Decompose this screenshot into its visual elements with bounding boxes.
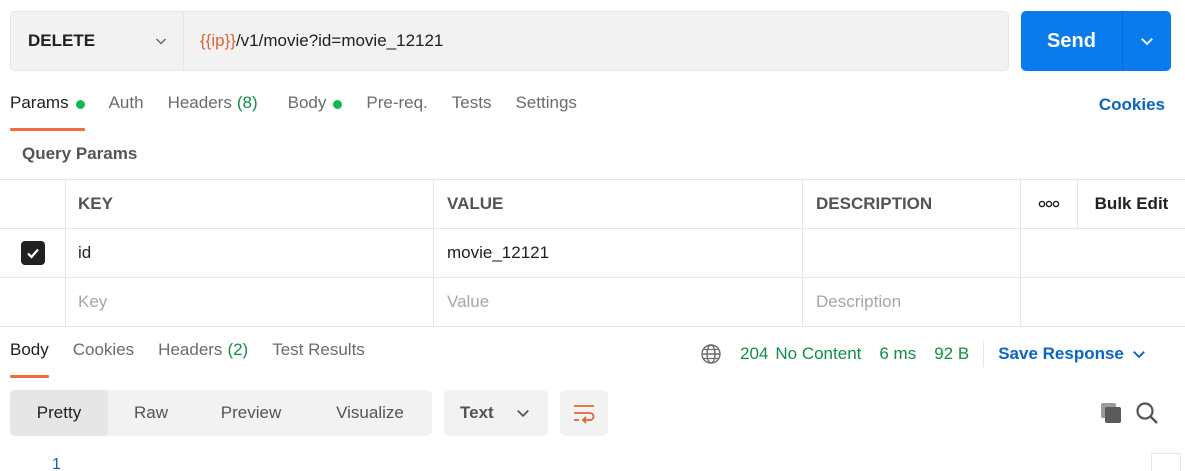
tab-label: Test Results xyxy=(272,340,365,359)
scrollbar-corner xyxy=(1151,453,1181,471)
chevron-down-icon xyxy=(1141,38,1153,46)
tab-label: Tests xyxy=(451,93,492,112)
more-options-button[interactable] xyxy=(1021,180,1078,228)
table-row: id movie_12121 xyxy=(0,229,1185,278)
param-description-cell[interactable] xyxy=(803,229,1021,277)
param-key-cell[interactable]: id xyxy=(66,229,434,277)
new-key-input[interactable]: Key xyxy=(66,278,434,326)
tab-label: Headers xyxy=(167,93,232,112)
body-indicator-dot xyxy=(333,100,343,109)
param-value-cell[interactable]: movie_12121 xyxy=(434,229,803,277)
save-response-button[interactable]: Save Response xyxy=(998,344,1146,364)
bulk-edit-button[interactable]: Bulk Edit xyxy=(1078,180,1185,228)
new-row-extra-cell xyxy=(1021,278,1185,326)
method-label: DELETE xyxy=(28,31,96,50)
new-description-input[interactable]: Description xyxy=(803,278,1021,326)
column-header-key: KEY xyxy=(66,180,434,228)
tab-label: Settings xyxy=(515,93,577,112)
url-path: /v1/movie?id=movie_12121 xyxy=(235,31,444,50)
view-visualize-button[interactable]: Visualize xyxy=(308,390,432,436)
method-select[interactable]: DELETE xyxy=(11,12,184,70)
chevron-down-icon xyxy=(1132,351,1145,359)
tab-response-cookies[interactable]: Cookies xyxy=(73,340,134,378)
new-row-checkbox-cell xyxy=(0,278,66,326)
row-checkbox-cell xyxy=(0,229,66,277)
tab-settings[interactable]: Settings xyxy=(515,93,576,131)
tab-label: Body xyxy=(10,340,49,359)
new-value-input[interactable]: Value xyxy=(434,278,803,326)
globe-icon[interactable] xyxy=(700,343,722,365)
more-horizontal-icon xyxy=(1038,200,1060,208)
tab-label: Body xyxy=(287,93,327,112)
request-url-bar: DELETE {{ip}}/v1/movie?id=movie_12121 xyxy=(10,11,1009,71)
tab-label: Cookies xyxy=(72,340,135,359)
headers-count: (8) xyxy=(236,93,258,112)
table-row-new: Key Value Description xyxy=(0,278,1185,326)
format-select[interactable]: Text xyxy=(444,390,548,436)
tab-response-body[interactable]: Body xyxy=(10,340,49,378)
tab-label: Auth xyxy=(108,93,144,112)
column-header-value: VALUE xyxy=(434,180,803,228)
param-extra-cell xyxy=(1021,229,1185,277)
tab-auth[interactable]: Auth xyxy=(109,93,144,131)
wrap-text-icon xyxy=(574,405,595,424)
format-label: Text xyxy=(460,403,494,422)
params-table: KEY VALUE DESCRIPTION Bulk Edit id movie… xyxy=(0,179,1185,327)
wrap-lines-button[interactable] xyxy=(560,390,608,436)
checkmark-icon xyxy=(26,248,39,259)
chevron-down-icon xyxy=(155,38,167,45)
tab-body[interactable]: Body xyxy=(288,93,343,131)
divider xyxy=(983,341,985,367)
copy-icon[interactable] xyxy=(1098,400,1124,426)
tab-label: Params xyxy=(10,93,69,112)
view-mode-segmented-control: Pretty Raw Preview Visualize xyxy=(10,390,432,436)
save-response-label: Save Response xyxy=(998,344,1124,363)
tab-headers[interactable]: Headers (8) xyxy=(168,93,258,131)
column-header-description: DESCRIPTION xyxy=(803,180,1021,228)
tab-params[interactable]: Params xyxy=(10,93,85,131)
tab-label: Headers xyxy=(158,340,223,359)
send-button-group: Send xyxy=(1021,11,1171,71)
request-tabs: Params Auth Headers (8) Body Pre-req. Tes… xyxy=(10,93,601,131)
search-icon[interactable] xyxy=(1134,400,1160,426)
chevron-down-icon xyxy=(517,410,529,418)
response-status-bar: 204 No Content 6 ms 92 B Save Response xyxy=(700,340,1146,368)
status-text[interactable]: No Content xyxy=(775,344,861,364)
url-variable: {{ip}} xyxy=(200,31,236,50)
response-time[interactable]: 6 ms xyxy=(879,344,916,364)
view-preview-button[interactable]: Preview xyxy=(194,390,308,436)
param-enabled-checkbox[interactable] xyxy=(20,241,45,265)
url-input[interactable]: {{ip}}/v1/movie?id=movie_12121 xyxy=(184,12,1008,70)
query-params-title: Query Params xyxy=(22,144,138,163)
line-number: 1 xyxy=(52,456,61,471)
params-indicator-dot xyxy=(75,100,85,109)
response-size[interactable]: 92 B xyxy=(934,344,969,364)
tab-prereq[interactable]: Pre-req. xyxy=(366,93,427,131)
tab-label: Pre-req. xyxy=(366,93,428,112)
send-button[interactable]: Send xyxy=(1021,11,1123,71)
tab-response-headers[interactable]: Headers (2) xyxy=(158,340,248,378)
view-raw-button[interactable]: Raw xyxy=(108,390,194,436)
tab-test-results[interactable]: Test Results xyxy=(272,340,365,378)
send-options-button[interactable] xyxy=(1123,11,1171,71)
headers-count: (2) xyxy=(227,340,249,359)
view-pretty-button[interactable]: Pretty xyxy=(10,390,108,436)
response-tabs: Body Cookies Headers (2) Test Results xyxy=(10,340,389,378)
cookies-link[interactable]: Cookies xyxy=(1099,95,1165,115)
header-checkbox-cell xyxy=(0,180,66,228)
tab-tests[interactable]: Tests xyxy=(452,93,492,131)
table-header-row: KEY VALUE DESCRIPTION Bulk Edit xyxy=(0,180,1185,229)
status-code[interactable]: 204 xyxy=(740,344,768,364)
